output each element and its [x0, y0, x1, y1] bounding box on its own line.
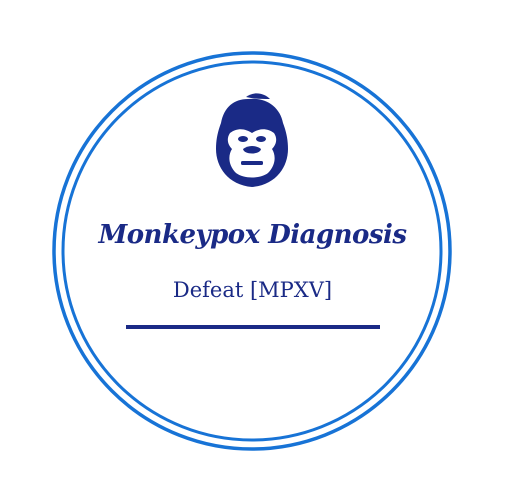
divider-rule	[126, 325, 380, 329]
gorilla-icon	[216, 93, 288, 187]
badge-rings	[52, 51, 452, 451]
logo-subtitle: Defeat [MPXV]	[172, 278, 333, 302]
logo-title: Monkeypox Diagnosis	[98, 220, 407, 250]
